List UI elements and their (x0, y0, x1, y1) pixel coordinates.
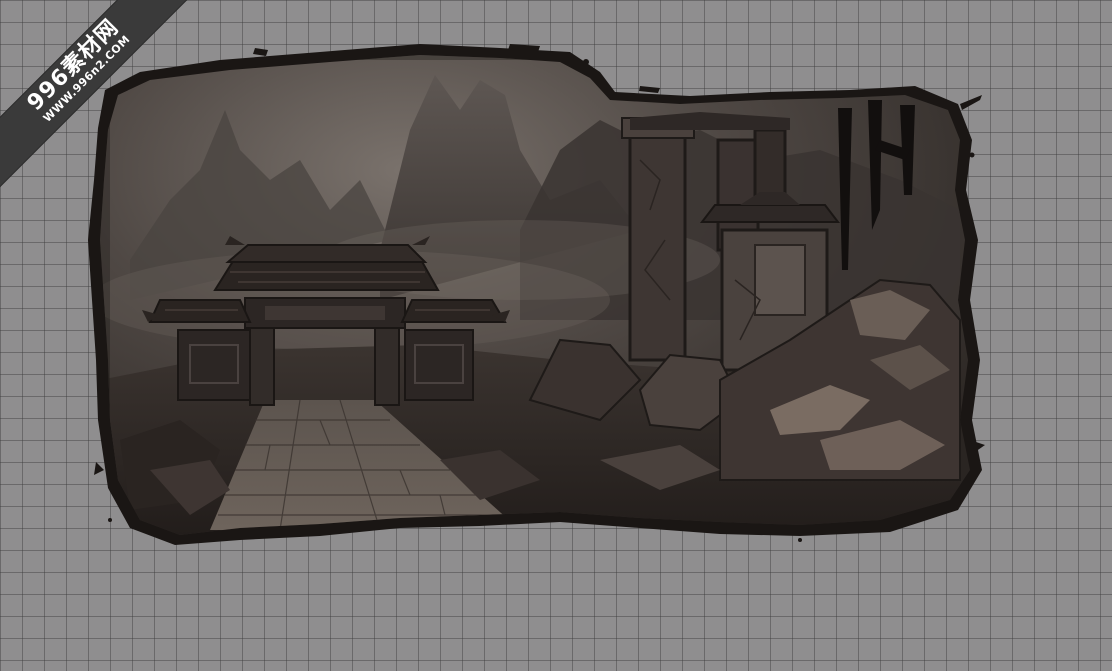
watermark-ribbon: 996素材网 WWW.996n2.COM (0, 0, 200, 200)
watermark-title: 996素材网 (22, 14, 124, 116)
watermark-bar: 996素材网 WWW.996n2.COM (0, 0, 200, 196)
